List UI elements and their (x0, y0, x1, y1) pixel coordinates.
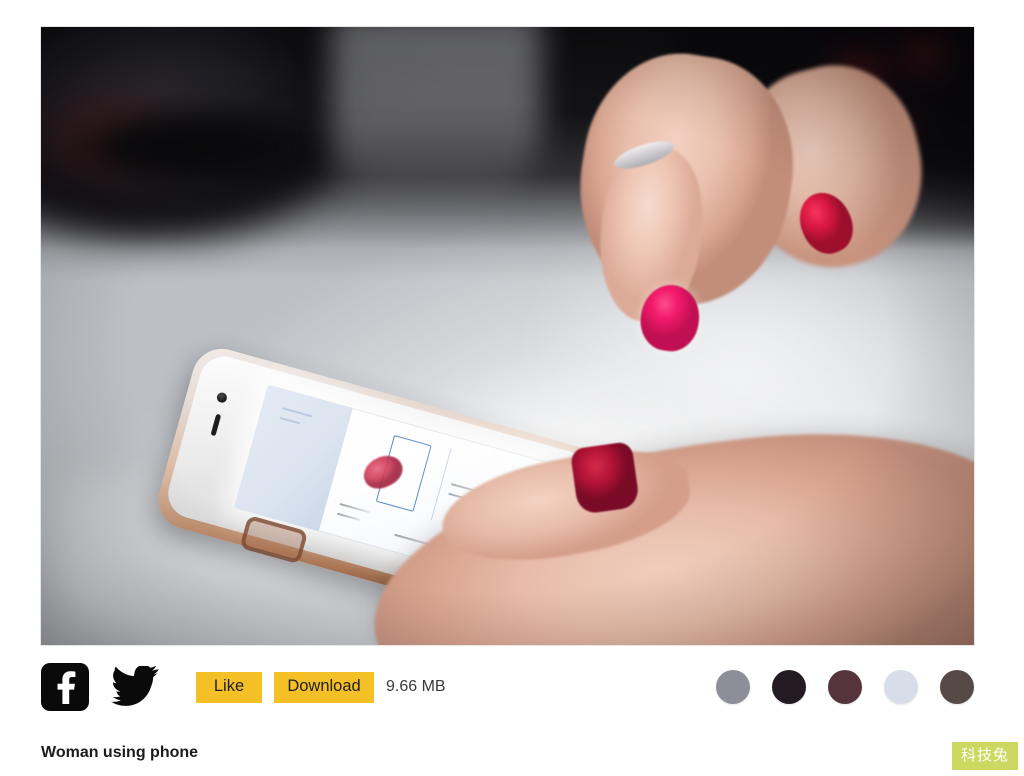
swatch-near-black[interactable] (772, 670, 806, 704)
swatch-brown[interactable] (940, 670, 974, 704)
photo-preview[interactable] (41, 27, 974, 645)
page-root: Like Download 9.66 MB Woman using phone … (0, 0, 1024, 776)
swatch-gray[interactable] (716, 670, 750, 704)
action-bar: Like Download 9.66 MB (41, 663, 974, 711)
color-swatch-group (716, 670, 974, 704)
photo-vignette (41, 27, 974, 645)
facebook-icon[interactable] (41, 663, 89, 711)
swatch-pale-blue[interactable] (884, 670, 918, 704)
swatch-plum[interactable] (828, 670, 862, 704)
page-title: Woman using phone (41, 744, 199, 761)
like-button[interactable]: Like (196, 671, 262, 703)
watermark-badge: 科技兔 (951, 742, 1018, 770)
twitter-icon[interactable] (110, 666, 160, 708)
social-share-group (41, 663, 160, 711)
download-button[interactable]: Download (274, 671, 374, 703)
file-size-label: 9.66 MB (386, 678, 446, 695)
